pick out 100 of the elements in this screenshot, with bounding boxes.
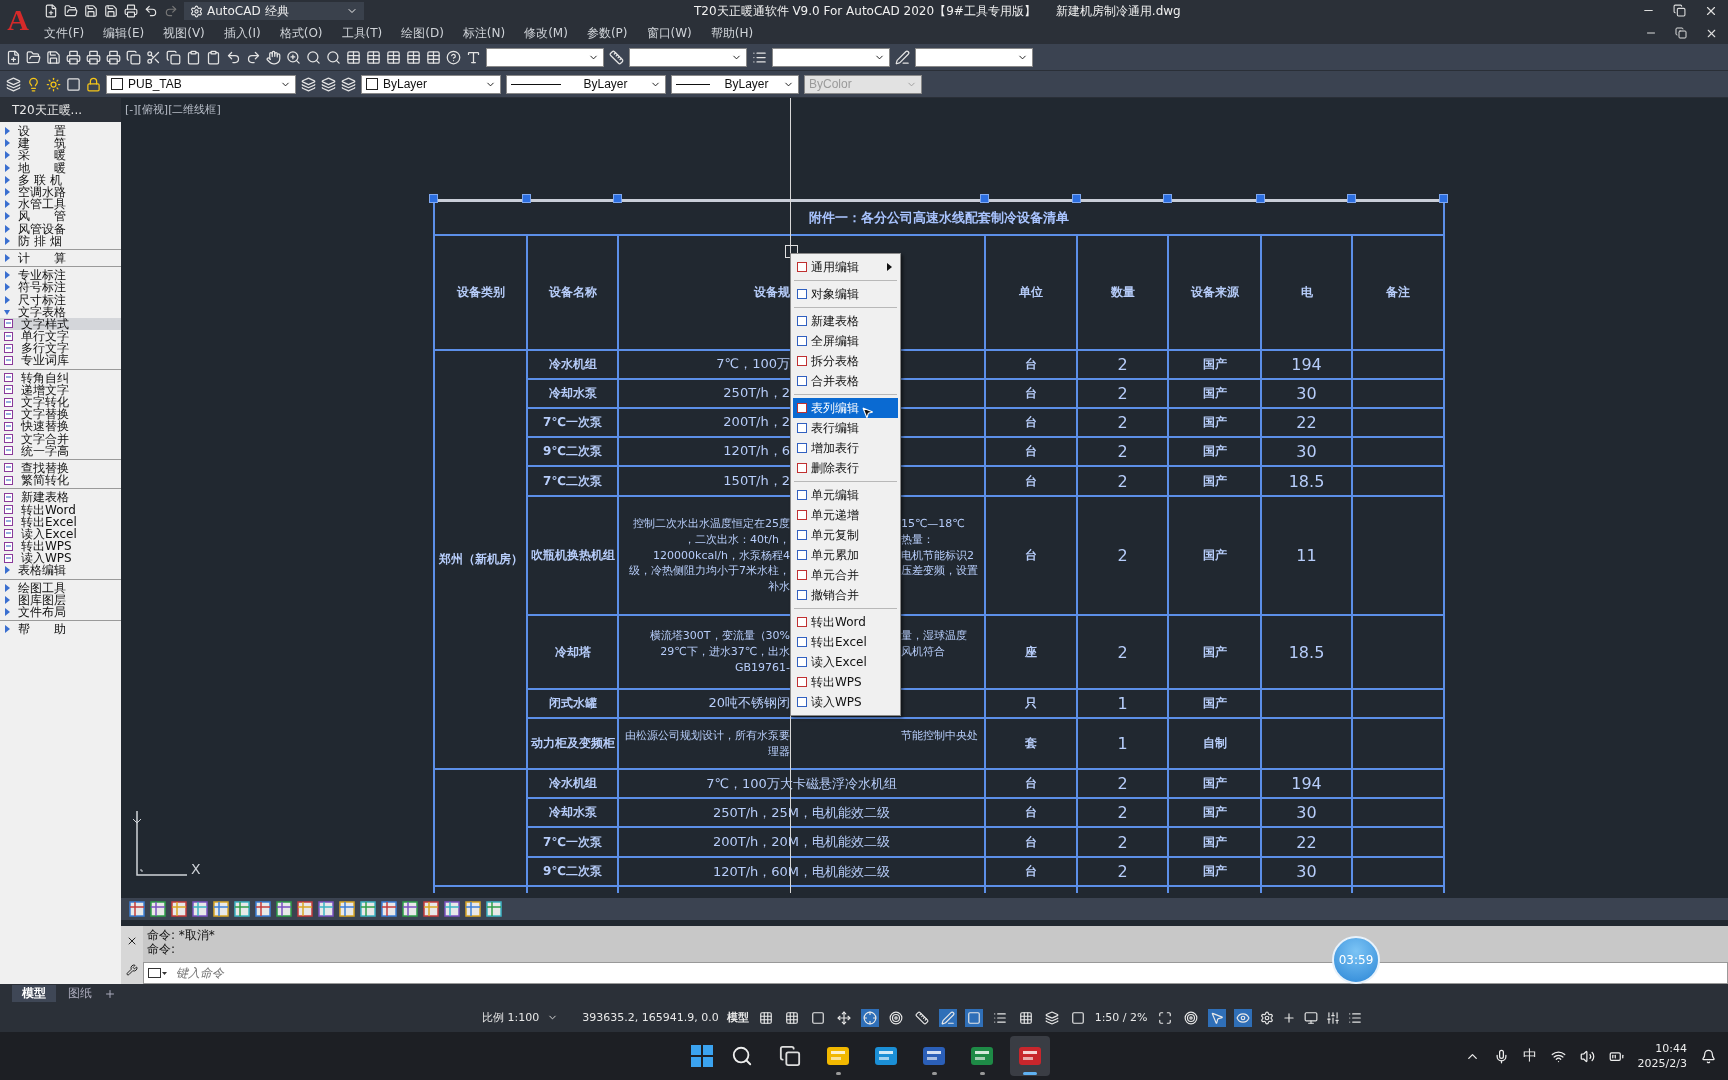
toolbar-icon[interactable] (106, 49, 121, 65)
toolbar-icon[interactable] (86, 49, 101, 65)
sidebar-item[interactable]: 采 暖 (0, 149, 121, 162)
task-view-icon[interactable] (779, 1045, 801, 1067)
toolbar-icon[interactable] (386, 49, 401, 65)
toolbar-icon[interactable] (426, 49, 441, 65)
toolbar-icon[interactable] (46, 49, 61, 65)
grip-handle[interactable] (429, 194, 438, 203)
save-icon[interactable] (84, 4, 98, 18)
table-tool-icon[interactable] (213, 901, 229, 917)
layers-icon[interactable] (321, 76, 336, 92)
toolbar-icon[interactable] (406, 49, 421, 65)
table-tool-icon[interactable] (465, 901, 481, 917)
toolbar-icon[interactable] (226, 49, 241, 65)
prompt-icon[interactable] (148, 967, 168, 979)
frame-icon[interactable] (66, 76, 81, 92)
sidebar-item[interactable]: 防 排 烟 (0, 234, 121, 247)
toolbar-icon[interactable] (186, 49, 201, 65)
toolbar-icon[interactable] (366, 49, 381, 65)
table-tool-icon[interactable] (171, 901, 187, 917)
toolbar-icon[interactable] (166, 49, 181, 65)
status-toggle[interactable] (1207, 1008, 1226, 1027)
input-method-indicator[interactable]: 中 (1522, 1047, 1537, 1065)
menu-item[interactable]: 编辑(E) (103, 24, 145, 42)
toolbar-icon[interactable] (266, 49, 281, 65)
sidebar-item[interactable]: 文字样式 (0, 317, 121, 330)
linetype-dropdown[interactable]: ByLayer (506, 74, 666, 94)
menu-item[interactable]: 读入Excel (793, 652, 898, 672)
sidebar-item[interactable]: 转出WPS (0, 540, 121, 553)
menu-item[interactable]: 修改(M) (524, 24, 568, 42)
table-tool-icon[interactable] (255, 901, 271, 917)
menu-item[interactable]: 标注(N) (462, 24, 506, 42)
toolbar-icon[interactable] (26, 49, 41, 65)
menu-item[interactable]: 工具(T) (341, 24, 383, 42)
add-icon[interactable] (1281, 1010, 1296, 1025)
sidebar-item[interactable]: 帮 助 (0, 623, 121, 636)
toolbar-icon[interactable] (346, 49, 361, 65)
grip-handle[interactable] (1439, 194, 1448, 203)
menu-item[interactable]: 读入WPS (793, 692, 898, 712)
sidebar-item[interactable]: 风 管 (0, 210, 121, 223)
grip-handle[interactable] (522, 194, 531, 203)
menu-icon[interactable] (1347, 1010, 1362, 1025)
grip-handle[interactable] (1256, 194, 1265, 203)
sidebar-item[interactable]: 文字转化 (0, 395, 121, 409)
microphone-icon[interactable] (1493, 1048, 1509, 1064)
sidebar-item[interactable]: 读入Excel (0, 527, 121, 540)
status-toggle[interactable] (1233, 1008, 1252, 1027)
layout-tab[interactable]: 模型 (12, 985, 56, 1002)
toolbar-icon[interactable] (146, 49, 161, 65)
text-style-icon[interactable] (466, 49, 481, 65)
restore-icon[interactable] (1673, 4, 1686, 17)
menu-item[interactable]: 表行编辑 (793, 418, 898, 438)
sidebar-item[interactable]: 绘图工具 (0, 581, 121, 594)
menu-item[interactable]: 增加表行 (793, 438, 898, 458)
sidebar-item[interactable]: 新建表格 (0, 491, 121, 504)
undo-icon[interactable] (144, 4, 158, 18)
taskbar-app[interactable] (1010, 1036, 1050, 1076)
annotation-scale-dropdown[interactable]: 1:50 / 2% (1094, 1011, 1148, 1024)
sidebar-item[interactable]: 多 联 机 (0, 173, 121, 186)
menu-item[interactable]: 新建表格 (793, 311, 898, 331)
menu-item[interactable]: 视图(V) (163, 24, 205, 42)
sidebar-item[interactable]: 计 算 (0, 251, 121, 265)
table-tool-icon[interactable] (381, 901, 397, 917)
wrench-icon[interactable] (126, 963, 138, 976)
toolbar-icon[interactable] (286, 49, 301, 65)
table-tool-icon[interactable] (318, 901, 334, 917)
menu-item[interactable]: 单元递增 (793, 505, 898, 525)
lightbulb-icon[interactable] (26, 76, 41, 92)
grip-handle[interactable] (1072, 194, 1081, 203)
table-tool-icon[interactable] (276, 901, 292, 917)
wifi-icon[interactable] (1550, 1048, 1566, 1064)
table-tool-icon[interactable] (129, 901, 145, 917)
settings-icon[interactable] (1259, 1010, 1274, 1025)
volume-icon[interactable] (1579, 1048, 1595, 1064)
sidebar-item[interactable]: 符号标注 (0, 281, 121, 294)
sidebar-item[interactable]: 水管工具 (0, 198, 121, 211)
grip-handle[interactable] (980, 194, 989, 203)
sidebar-item[interactable]: 快速替换 (0, 420, 121, 433)
table-tool-icon[interactable] (339, 901, 355, 917)
sidebar-item[interactable]: 文件布局 (0, 605, 121, 619)
status-toggle[interactable] (912, 1008, 931, 1027)
sidebar-item[interactable]: 文字表格 (0, 305, 121, 318)
layer-dropdown[interactable]: PUB_TAB (106, 74, 296, 94)
toolbar-icon[interactable] (206, 49, 221, 65)
sidebar-item[interactable]: 转出Word (0, 503, 121, 516)
toolbar-icon[interactable] (326, 49, 341, 65)
menu-item[interactable]: 对象编辑 (793, 284, 898, 304)
sidebar-item[interactable]: 尺寸标注 (0, 293, 121, 306)
clock[interactable]: 10:44 2025/2/3 (1637, 1041, 1687, 1071)
multileader-style-icon[interactable] (895, 49, 910, 65)
table-tool-icon[interactable] (402, 901, 418, 917)
table-tool-icon[interactable] (192, 901, 208, 917)
table-tool-icon[interactable] (150, 901, 166, 917)
table-tool-icon[interactable] (444, 901, 460, 917)
menu-item[interactable]: 转出WPS (793, 672, 898, 692)
dimension-style-dropdown[interactable] (629, 47, 747, 67)
text-style-dropdown[interactable] (486, 47, 604, 67)
sidebar-item[interactable]: 转角自纠 (0, 371, 121, 384)
menu-item[interactable]: 插入(I) (223, 24, 261, 42)
menu-item[interactable]: 转出Excel (793, 632, 898, 652)
